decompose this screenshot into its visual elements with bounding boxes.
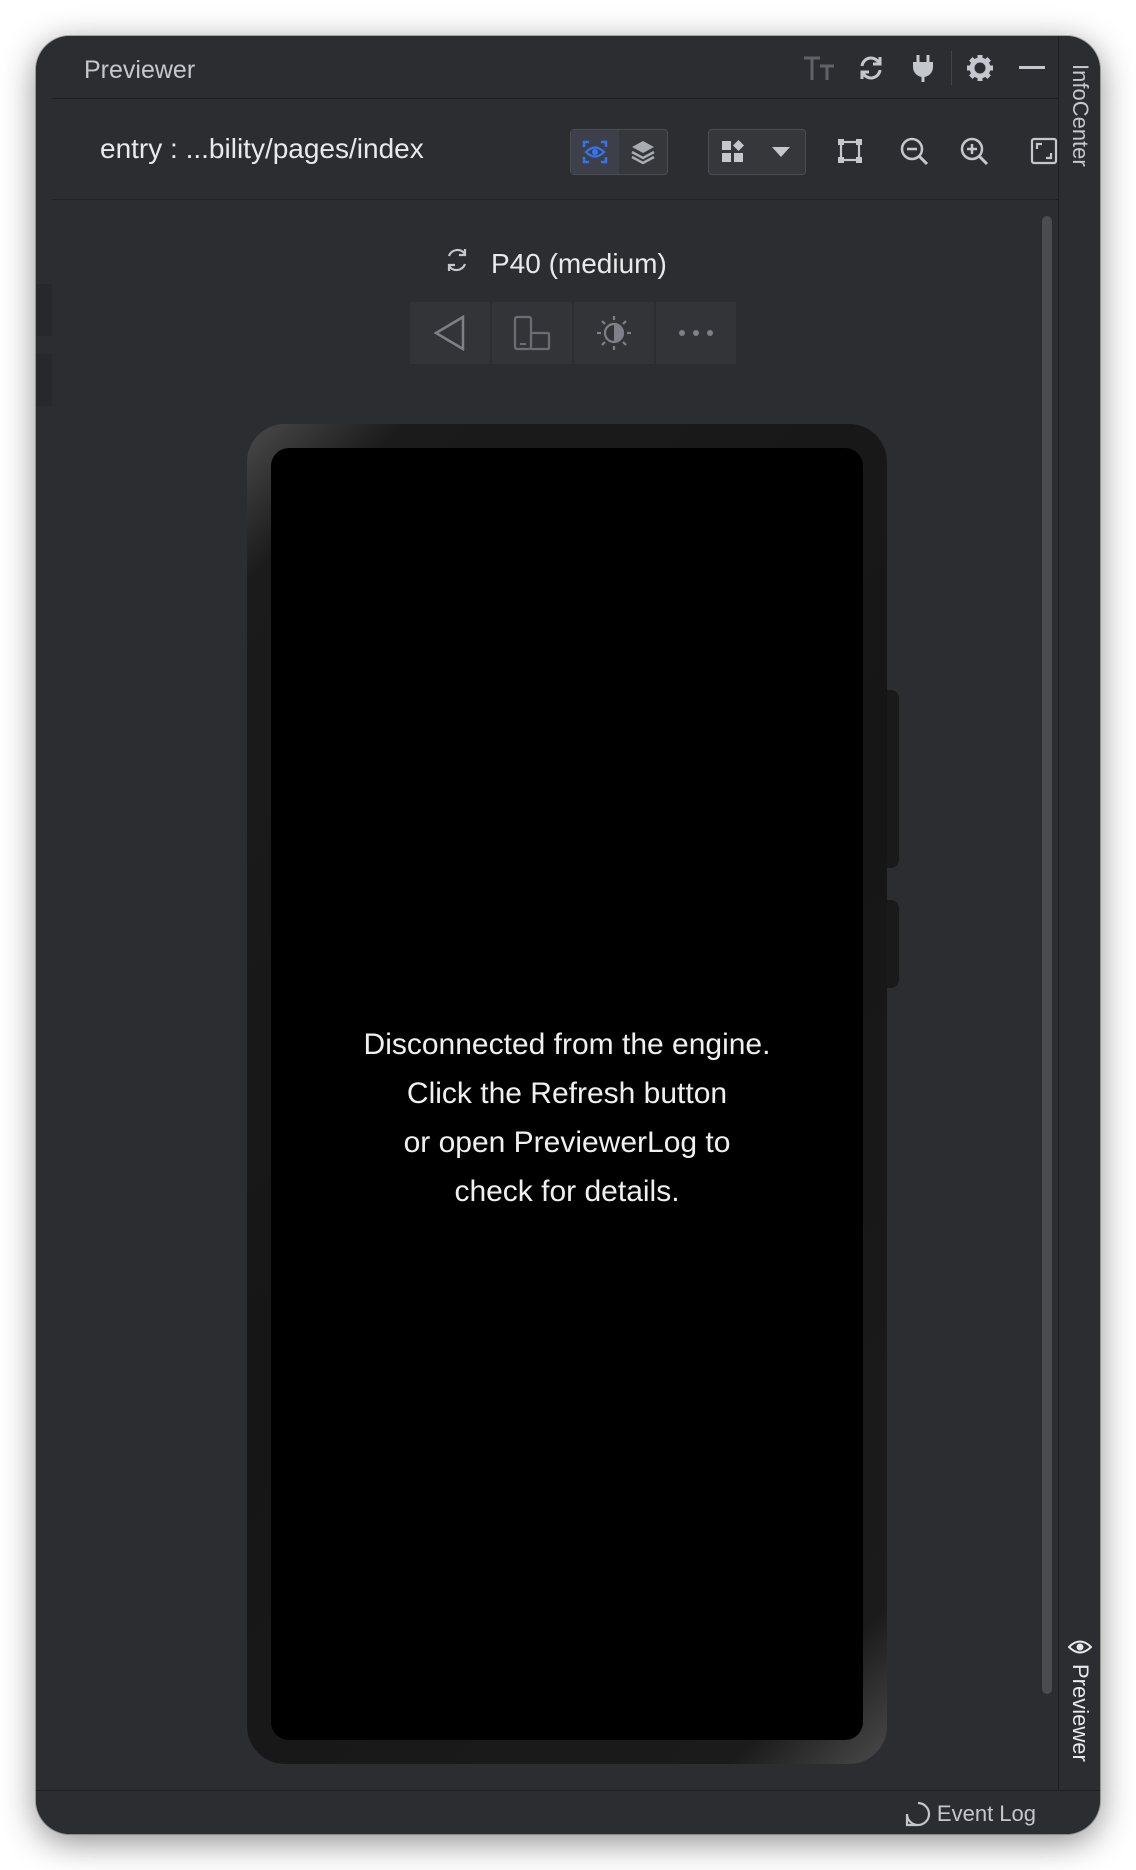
previewer-tab-label: Previewer xyxy=(1068,1664,1093,1762)
phone-side-button xyxy=(885,690,899,868)
event-log-button[interactable]: Event Log xyxy=(905,1801,1036,1827)
back-button[interactable] xyxy=(410,302,490,364)
layers-button[interactable] xyxy=(619,130,667,174)
plug-icon xyxy=(913,55,933,82)
message-line: Disconnected from the engine. xyxy=(363,1028,771,1061)
title-bar-actions xyxy=(793,48,1058,88)
event-log-icon xyxy=(905,1801,930,1827)
components-icon xyxy=(722,140,744,162)
chevron-down-icon xyxy=(772,147,790,157)
left-strip-marker xyxy=(36,284,52,336)
infocenter-tab-label: InfoCenter xyxy=(1068,64,1093,167)
refresh-icon xyxy=(860,56,882,80)
rotate-device-icon xyxy=(513,315,551,351)
preview-toolbar: entry : ...bility/pages/index xyxy=(52,99,1058,200)
left-tool-strip xyxy=(36,36,52,1834)
fit-screen-icon xyxy=(1030,137,1058,165)
theme-icon xyxy=(597,316,631,350)
back-icon xyxy=(433,314,465,352)
sync-device-icon xyxy=(443,246,471,281)
device-control-bar xyxy=(410,302,736,364)
components-dropdown[interactable] xyxy=(708,129,806,175)
refresh-button[interactable] xyxy=(845,48,897,88)
event-log-label: Event Log xyxy=(936,1801,1036,1826)
disconnected-message: Disconnected from the engine. Click the … xyxy=(271,1020,863,1216)
preview-canvas: P40 (medium) Disconnected from the engin… xyxy=(52,200,1058,1790)
left-strip-marker xyxy=(36,354,52,406)
title-bar-separator xyxy=(951,51,952,85)
more-button[interactable] xyxy=(656,302,736,364)
eye-icon xyxy=(1068,1640,1092,1654)
previewer-tab[interactable]: Previewer xyxy=(1062,1638,1098,1768)
font-size-icon xyxy=(804,56,834,80)
components-dropdown-toggle[interactable] xyxy=(757,130,805,174)
right-tool-strip: InfoCenter Previewer xyxy=(1058,36,1100,1790)
title-bar: Previewer xyxy=(52,36,1058,99)
view-mode-group xyxy=(570,129,668,175)
zoom-out-icon xyxy=(900,137,929,166)
minimize-button[interactable] xyxy=(1006,48,1058,88)
device-frame: Disconnected from the engine. Click the … xyxy=(247,424,887,1764)
theme-button[interactable] xyxy=(574,302,654,364)
font-size-button[interactable] xyxy=(793,48,845,88)
inspector-icon xyxy=(582,140,608,164)
inspector-button[interactable] xyxy=(571,130,619,174)
device-selector[interactable]: P40 (medium) xyxy=(52,246,1058,281)
zoom-out-button[interactable] xyxy=(890,129,938,173)
zoom-in-icon xyxy=(960,137,989,166)
message-line: Click the Refresh button xyxy=(406,1077,728,1110)
device-name: P40 (medium) xyxy=(490,247,667,279)
panel-title: Previewer xyxy=(84,56,196,84)
minimize-icon xyxy=(1019,66,1045,69)
vertical-scrollbar[interactable] xyxy=(1042,216,1052,1694)
status-bar: Event Log xyxy=(36,1790,1100,1834)
page-path: entry : ...bility/pages/index xyxy=(100,133,424,164)
rotate-device-button[interactable] xyxy=(492,302,572,364)
previewer-window: Previewer entry: ...bility/pages/index … xyxy=(36,36,1100,1834)
more-icon xyxy=(679,330,713,336)
settings-button[interactable] xyxy=(954,48,1006,88)
gear-icon xyxy=(967,55,993,81)
layers-icon xyxy=(631,141,655,165)
message-line: check for details. xyxy=(454,1175,680,1208)
device-screen: Disconnected from the engine. Click the … xyxy=(271,448,863,1740)
crop-icon xyxy=(838,139,862,163)
infocenter-tab[interactable]: InfoCenter xyxy=(1062,64,1098,173)
components-button[interactable] xyxy=(709,130,757,174)
message-line: or open PreviewerLog to xyxy=(403,1126,731,1159)
previewer-panel: Previewer entry: ...bility/pages/index … xyxy=(52,36,1058,1814)
crop-button[interactable] xyxy=(826,129,874,173)
phone-side-button xyxy=(885,900,899,988)
plug-button[interactable] xyxy=(897,48,949,88)
zoom-in-button[interactable] xyxy=(950,129,998,173)
